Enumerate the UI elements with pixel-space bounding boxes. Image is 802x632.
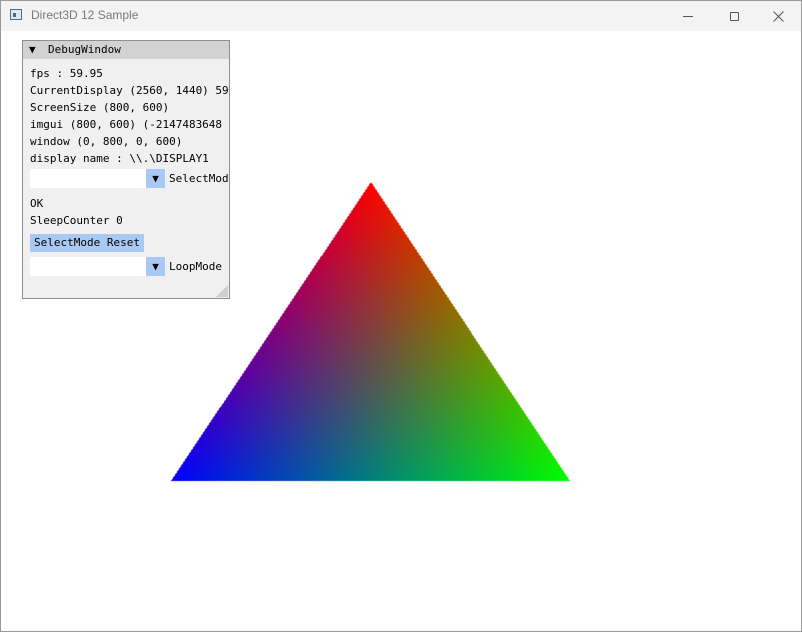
imgui-size-text: imgui (800, 600) (-2147483648 [30,118,223,131]
minimize-button[interactable] [665,1,711,31]
title-bar[interactable]: Direct3D 12 Sample [1,1,801,31]
window-title: Direct3D 12 Sample [31,8,139,22]
debug-window-titlebar[interactable]: ▼ DebugWindow [23,41,229,59]
sleep-counter-text: SleepCounter 0 [30,214,123,227]
debug-window[interactable]: ▼ DebugWindow fps : 59.95 CurrentDisplay… [22,40,230,299]
status-text: OK [30,197,44,210]
debug-window-body: fps : 59.95 CurrentDisplay (2560, 1440) … [30,67,229,287]
loop-mode-combo[interactable] [30,257,146,276]
window-rect-text: window (0, 800, 0, 600) [30,135,183,148]
maximize-icon [729,11,739,21]
close-icon [772,10,784,22]
debug-window-title: DebugWindow [48,43,121,56]
fps-text: fps : 59.95 [30,67,103,80]
loop-mode-dropdown-arrow-icon[interactable]: ▼ [146,257,165,276]
display-name-text: display name : \\.\DISPLAY1 [30,152,209,165]
current-display-text: CurrentDisplay (2560, 1440) 59 [30,84,229,97]
select-mode-dropdown-arrow-icon[interactable]: ▼ [146,169,165,188]
select-mode-label: SelectMode [169,172,229,185]
loop-mode-label: LoopMode [169,260,222,273]
screen-size-text: ScreenSize (800, 600) [30,101,170,114]
maximize-button[interactable] [711,1,757,31]
select-mode-combo[interactable] [30,169,146,188]
collapse-arrow-icon[interactable]: ▼ [29,43,36,56]
close-button[interactable] [755,1,801,31]
minimize-icon [683,15,693,17]
app-window: Direct3D 12 Sample ▼ DebugWindow fps : 5… [0,0,802,632]
resize-grip-icon[interactable] [216,285,228,297]
render-viewport[interactable]: ▼ DebugWindow fps : 59.95 CurrentDisplay… [1,31,801,631]
app-window-icon [10,9,22,20]
select-mode-reset-button[interactable]: SelectMode Reset [30,234,144,252]
